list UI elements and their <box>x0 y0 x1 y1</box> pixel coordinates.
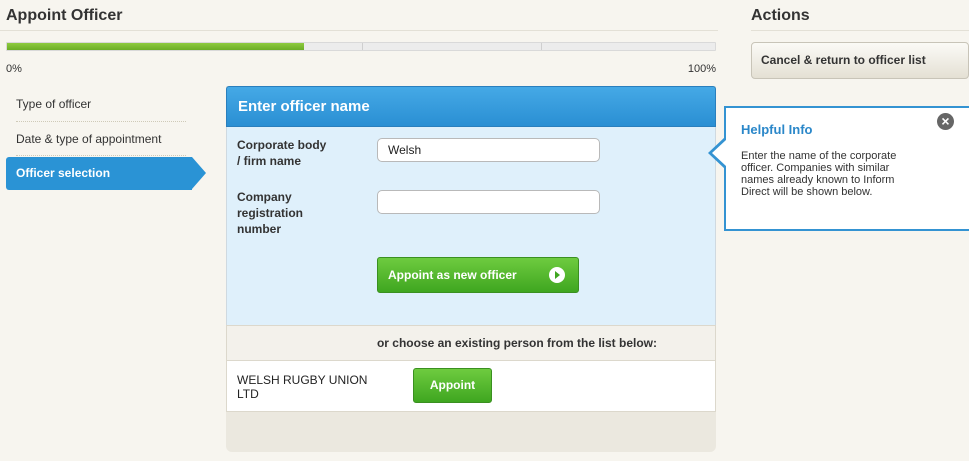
cancel-return-button[interactable]: Cancel & return to officer list <box>751 42 969 79</box>
panel-title: Enter officer name <box>226 86 716 127</box>
progress-fill <box>7 43 305 50</box>
appoint-new-officer-button[interactable]: Appoint as new officer <box>377 257 579 293</box>
helpful-info-line: names already known to Inform <box>741 174 895 186</box>
helpful-info-text: Enter the name of the corporate officer.… <box>741 150 941 198</box>
choose-existing-text: or choose an existing person from the li… <box>226 325 716 361</box>
helpful-info-title: Helpful Info <box>741 122 813 137</box>
corporate-name-label-line1: Corporate body <box>237 138 327 152</box>
close-icon[interactable]: × <box>937 113 954 130</box>
helpful-info-line: officer. Companies with similar <box>741 162 890 174</box>
result-company-name-line1: WELSH RUGBY UNION <box>237 373 368 387</box>
registration-number-label-line2: registration <box>237 206 304 220</box>
step-divider <box>16 155 186 156</box>
step-date-type-appointment[interactable]: Date & type of appointment <box>6 122 186 156</box>
corporate-name-label: Corporate body / firm name <box>237 137 326 169</box>
progress-end-label: 100% <box>687 63 716 75</box>
page-title: Appoint Officer <box>6 7 123 24</box>
result-company-name: WELSH RUGBY UNION LTD <box>237 373 387 401</box>
step-officer-selection[interactable]: Officer selection <box>6 157 192 190</box>
result-company-name-line2: LTD <box>237 387 259 401</box>
header-divider <box>0 30 718 31</box>
helpful-info-line: Direct will be shown below. <box>741 186 873 198</box>
appoint-button[interactable]: Appoint <box>413 368 492 403</box>
helpful-info-pointer-fill <box>712 140 726 166</box>
arrow-right-icon <box>549 267 565 283</box>
corporate-name-input[interactable] <box>377 138 600 162</box>
actions-title: Actions <box>751 7 810 24</box>
progress-start-label: 0% <box>6 63 22 75</box>
registration-number-label-line3: number <box>237 222 282 236</box>
step-type-of-officer[interactable]: Type of officer <box>6 87 186 121</box>
progress-tick <box>541 43 542 50</box>
registration-number-label-line1: Company <box>237 190 292 204</box>
helpful-info-line: Enter the name of the corporate <box>741 150 897 162</box>
progress-tick <box>362 43 363 50</box>
registration-number-label: Company registration number <box>237 189 303 237</box>
actions-divider <box>751 30 969 31</box>
corporate-name-label-line2: / firm name <box>237 154 302 168</box>
step-active-arrow <box>192 157 206 189</box>
appoint-new-officer-label: Appoint as new officer <box>388 268 517 282</box>
registration-number-input[interactable] <box>377 190 600 214</box>
progress-bar <box>6 42 716 51</box>
